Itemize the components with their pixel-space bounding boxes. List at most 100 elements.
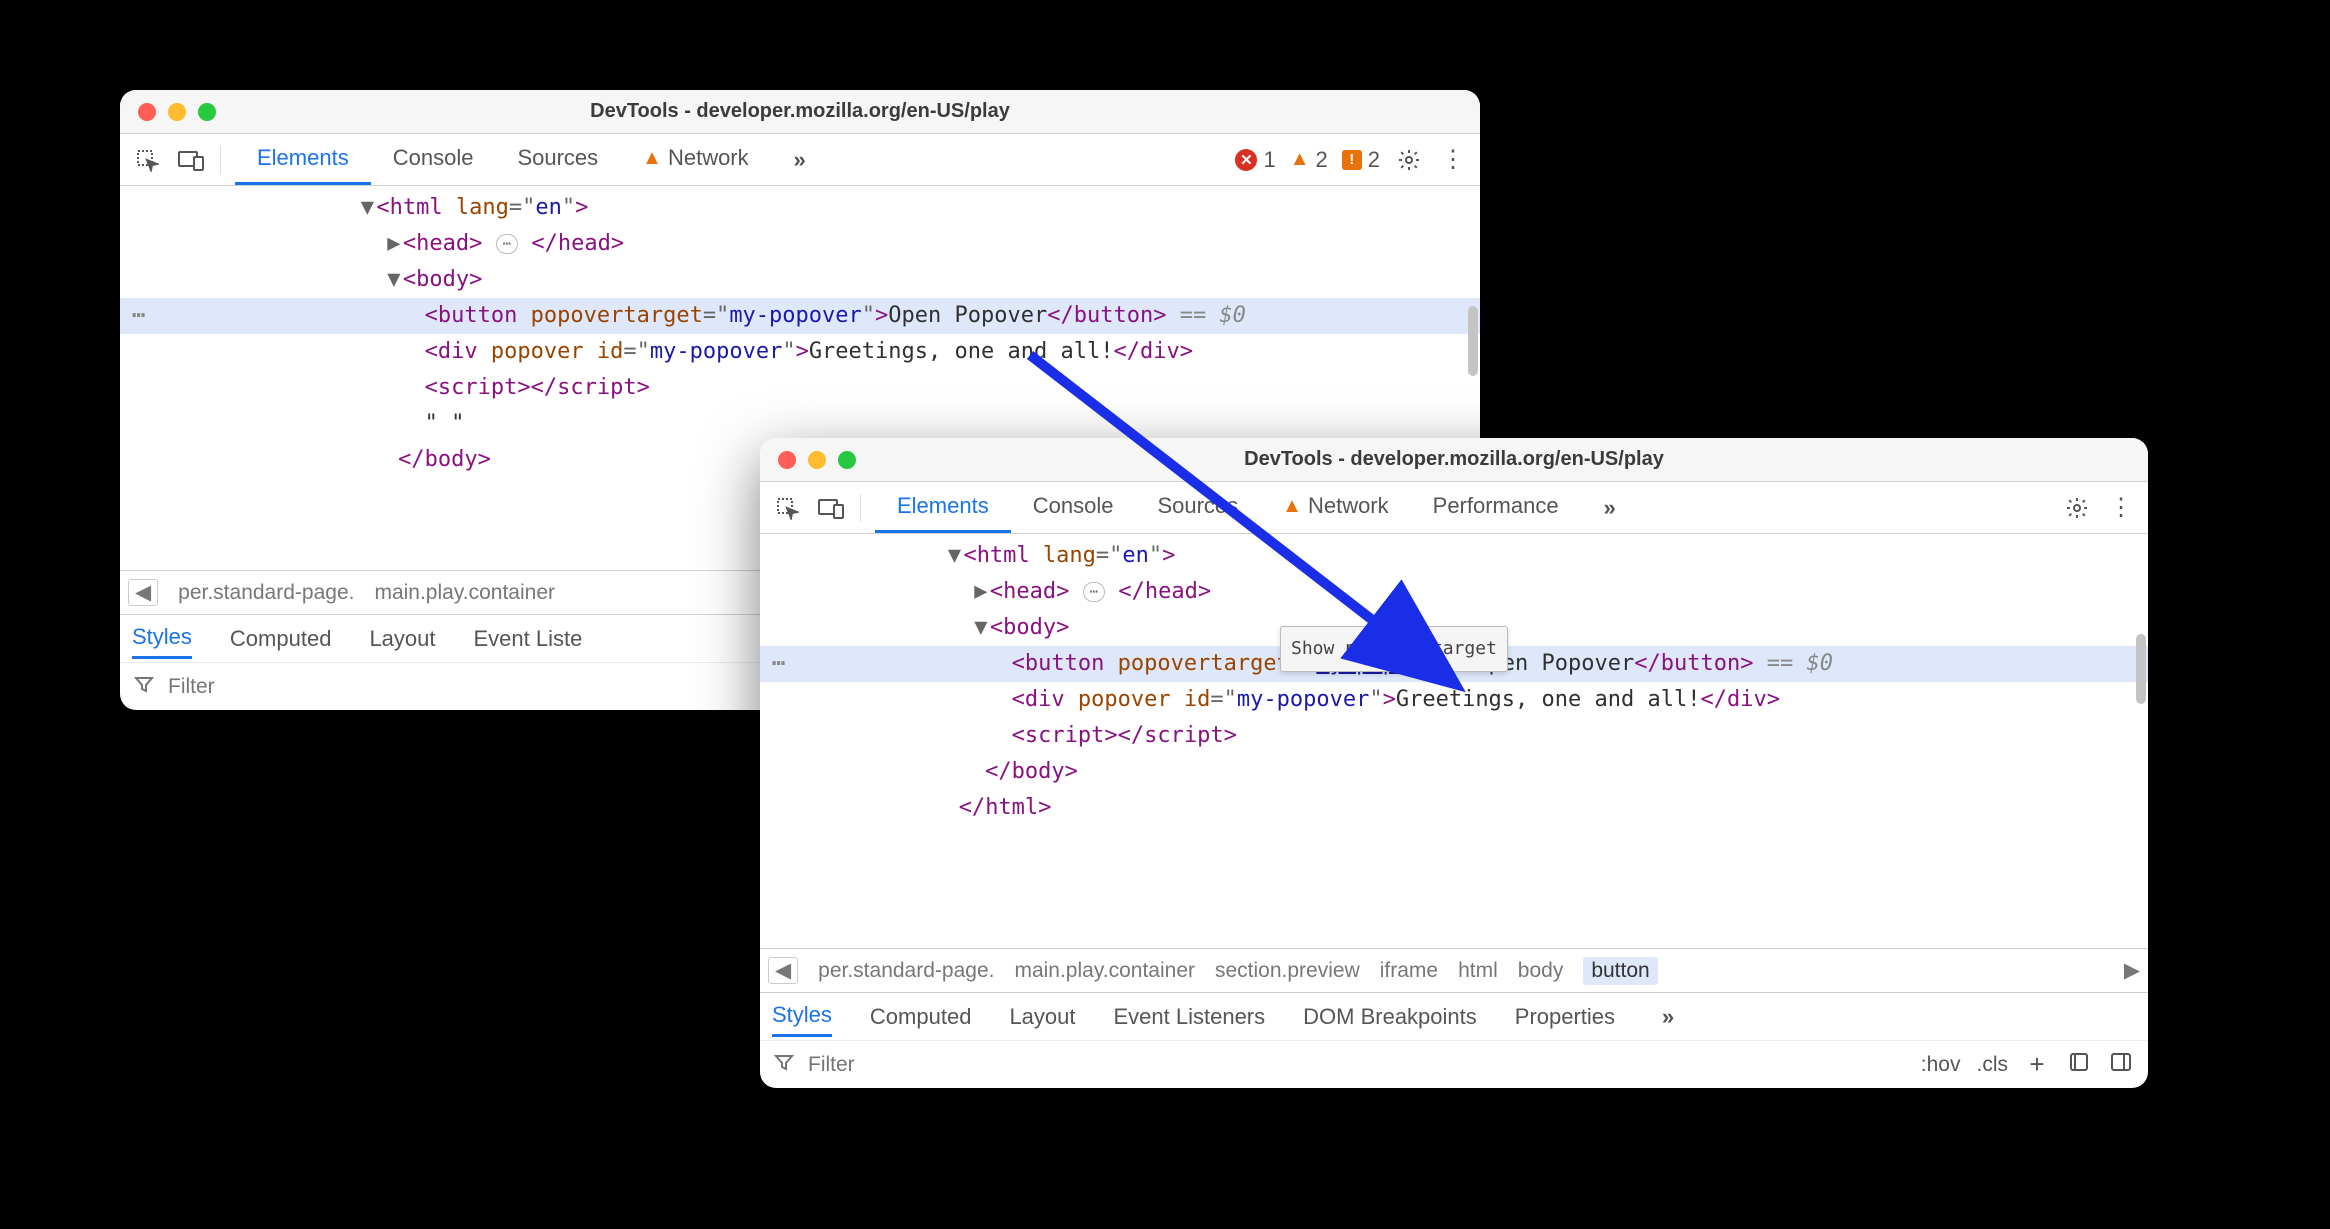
more-tabs-icon[interactable]: » (785, 145, 815, 175)
kebab-menu-icon[interactable]: ⋮ (2106, 493, 2136, 523)
dom-node-text[interactable]: " " (120, 406, 1480, 442)
warning-icon: ▲ (1282, 495, 1302, 518)
cls-toggle[interactable]: .cls (1977, 1053, 2009, 1077)
dom-node-button[interactable]: ⋯ <button popovertarget="my-popover">Ope… (120, 298, 1480, 334)
filter-input[interactable] (166, 674, 366, 700)
dom-node-html[interactable]: ▼<html lang="en"> (760, 538, 2148, 574)
devtools-window-2: DevTools - developer.mozilla.org/en-US/p… (760, 438, 2148, 1088)
dom-node-div[interactable]: <div popover id="my-popover">Greetings, … (760, 682, 2148, 718)
error-icon: ✕ (1235, 149, 1257, 171)
dom-node-html-close[interactable]: </html> (760, 790, 2148, 826)
zoom-icon[interactable] (198, 103, 216, 121)
crumb-segment[interactable]: main.play.container (1014, 959, 1195, 983)
subtab-properties[interactable]: Properties (1515, 1004, 1615, 1030)
warning-count[interactable]: ▲2 (1290, 147, 1328, 173)
warning-icon: ▲ (1290, 148, 1310, 171)
dom-node-html[interactable]: ▼<html lang="en"> (120, 190, 1480, 226)
dom-node-script[interactable]: <script></script> (120, 370, 1480, 406)
dom-node-script[interactable]: <script></script> (760, 718, 2148, 754)
subtab-computed[interactable]: Computed (870, 1004, 972, 1030)
styles-filter-bar: :hov .cls + (760, 1040, 2148, 1088)
subtab-styles[interactable]: Styles (772, 1002, 832, 1037)
settings-icon[interactable] (1394, 145, 1424, 175)
close-icon[interactable] (778, 451, 796, 469)
dom-node-body[interactable]: ▼<body> (120, 262, 1480, 298)
styles-tabs: Styles Computed Layout Event Listeners D… (760, 992, 2148, 1040)
error-count[interactable]: ✕1 (1235, 147, 1275, 173)
crumb-scroll-right-icon[interactable]: ▶ (2124, 958, 2140, 983)
dom-node-body-close[interactable]: </body> (760, 754, 2148, 790)
issue-icon: ! (1342, 150, 1362, 170)
scrollbar-thumb[interactable] (2136, 634, 2146, 704)
subtab-styles[interactable]: Styles (132, 624, 192, 659)
tab-sources[interactable]: Sources (1135, 482, 1260, 533)
inspect-icon[interactable] (132, 145, 162, 175)
subtab-dom-breakpoints[interactable]: DOM Breakpoints (1303, 1004, 1477, 1030)
crumb-segment[interactable]: main.play.container (374, 581, 555, 605)
device-toggle-icon[interactable] (816, 493, 846, 523)
new-style-rule-icon[interactable]: + (2024, 1049, 2050, 1080)
titlebar: DevTools - developer.mozilla.org/en-US/p… (120, 90, 1480, 134)
titlebar: DevTools - developer.mozilla.org/en-US/p… (760, 438, 2148, 482)
dom-tree[interactable]: ▼<html lang="en"> ▶<head> ⋯ </head> ▼<bo… (760, 534, 2148, 948)
main-toolbar: Elements Console Sources ▲Network » ✕1 ▲… (120, 134, 1480, 186)
crumb-segment[interactable]: html (1458, 959, 1498, 983)
issue-count[interactable]: !2 (1342, 147, 1380, 173)
tab-elements[interactable]: Elements (875, 482, 1011, 533)
main-toolbar: Elements Console Sources ▲Network Perfor… (760, 482, 2148, 534)
crumb-scroll-left-icon[interactable]: ◀ (768, 957, 798, 984)
tab-sources[interactable]: Sources (495, 134, 620, 185)
subtab-layout[interactable]: Layout (1009, 1004, 1075, 1030)
crumb-segment[interactable]: iframe (1380, 959, 1438, 983)
filter-icon (134, 674, 154, 700)
subtab-computed[interactable]: Computed (230, 626, 332, 652)
minimize-icon[interactable] (808, 451, 826, 469)
crumb-segment[interactable]: section.preview (1215, 959, 1360, 983)
ellipsis-icon[interactable]: ⋯ (496, 234, 518, 254)
dom-node-head[interactable]: ▶<head> ⋯ </head> (120, 226, 1480, 262)
subtab-event-listeners[interactable]: Event Liste (474, 626, 583, 652)
filter-input[interactable] (806, 1052, 1006, 1078)
subtab-event-listeners[interactable]: Event Listeners (1114, 1004, 1266, 1030)
toggle-sidebar-icon[interactable] (2108, 1051, 2134, 1079)
tab-console[interactable]: Console (371, 134, 496, 185)
crumb-segment[interactable]: per.standard-page. (178, 581, 354, 605)
issue-counts[interactable]: ✕1 ▲2 !2 (1235, 147, 1380, 173)
tab-performance[interactable]: Performance (1411, 482, 1581, 533)
warning-icon: ▲ (642, 147, 662, 170)
tab-console[interactable]: Console (1011, 482, 1136, 533)
settings-icon[interactable] (2062, 493, 2092, 523)
filter-icon (774, 1052, 794, 1078)
subtab-layout[interactable]: Layout (369, 626, 435, 652)
tab-elements[interactable]: Elements (235, 134, 371, 185)
close-icon[interactable] (138, 103, 156, 121)
selection-dots-icon: ⋯ (132, 298, 147, 334)
device-toggle-icon[interactable] (176, 145, 206, 175)
kebab-menu-icon[interactable]: ⋮ (1438, 145, 1468, 175)
dom-node-head[interactable]: ▶<head> ⋯ </head> (760, 574, 2148, 610)
window-title: DevTools - developer.mozilla.org/en-US/p… (120, 100, 1480, 123)
scrollbar-thumb[interactable] (1468, 306, 1478, 376)
computed-styles-icon[interactable] (2066, 1051, 2092, 1079)
panel-tabs: Elements Console Sources ▲Network Perfor… (875, 482, 1581, 533)
hov-toggle[interactable]: :hov (1921, 1053, 1961, 1077)
window-controls (760, 451, 856, 469)
tab-network[interactable]: ▲Network (1260, 482, 1410, 533)
more-subtabs-icon[interactable]: » (1653, 1002, 1683, 1032)
window-title: DevTools - developer.mozilla.org/en-US/p… (760, 448, 2148, 471)
tab-network[interactable]: ▲Network (620, 134, 770, 185)
breadcrumb[interactable]: ◀ per.standard-page. main.play.container… (760, 948, 2148, 992)
crumb-segment[interactable]: per.standard-page. (818, 959, 994, 983)
window-controls (120, 103, 216, 121)
more-tabs-icon[interactable]: » (1595, 493, 1625, 523)
minimize-icon[interactable] (168, 103, 186, 121)
selection-dots-icon: ⋯ (772, 646, 787, 682)
ellipsis-icon[interactable]: ⋯ (1083, 582, 1105, 602)
crumb-scroll-left-icon[interactable]: ◀ (128, 579, 158, 606)
zoom-icon[interactable] (838, 451, 856, 469)
tooltip: Show popover target (1280, 626, 1508, 672)
dom-node-div[interactable]: <div popover id="my-popover">Greetings, … (120, 334, 1480, 370)
inspect-icon[interactable] (772, 493, 802, 523)
crumb-segment-selected[interactable]: button (1583, 957, 1657, 985)
crumb-segment[interactable]: body (1518, 959, 1564, 983)
